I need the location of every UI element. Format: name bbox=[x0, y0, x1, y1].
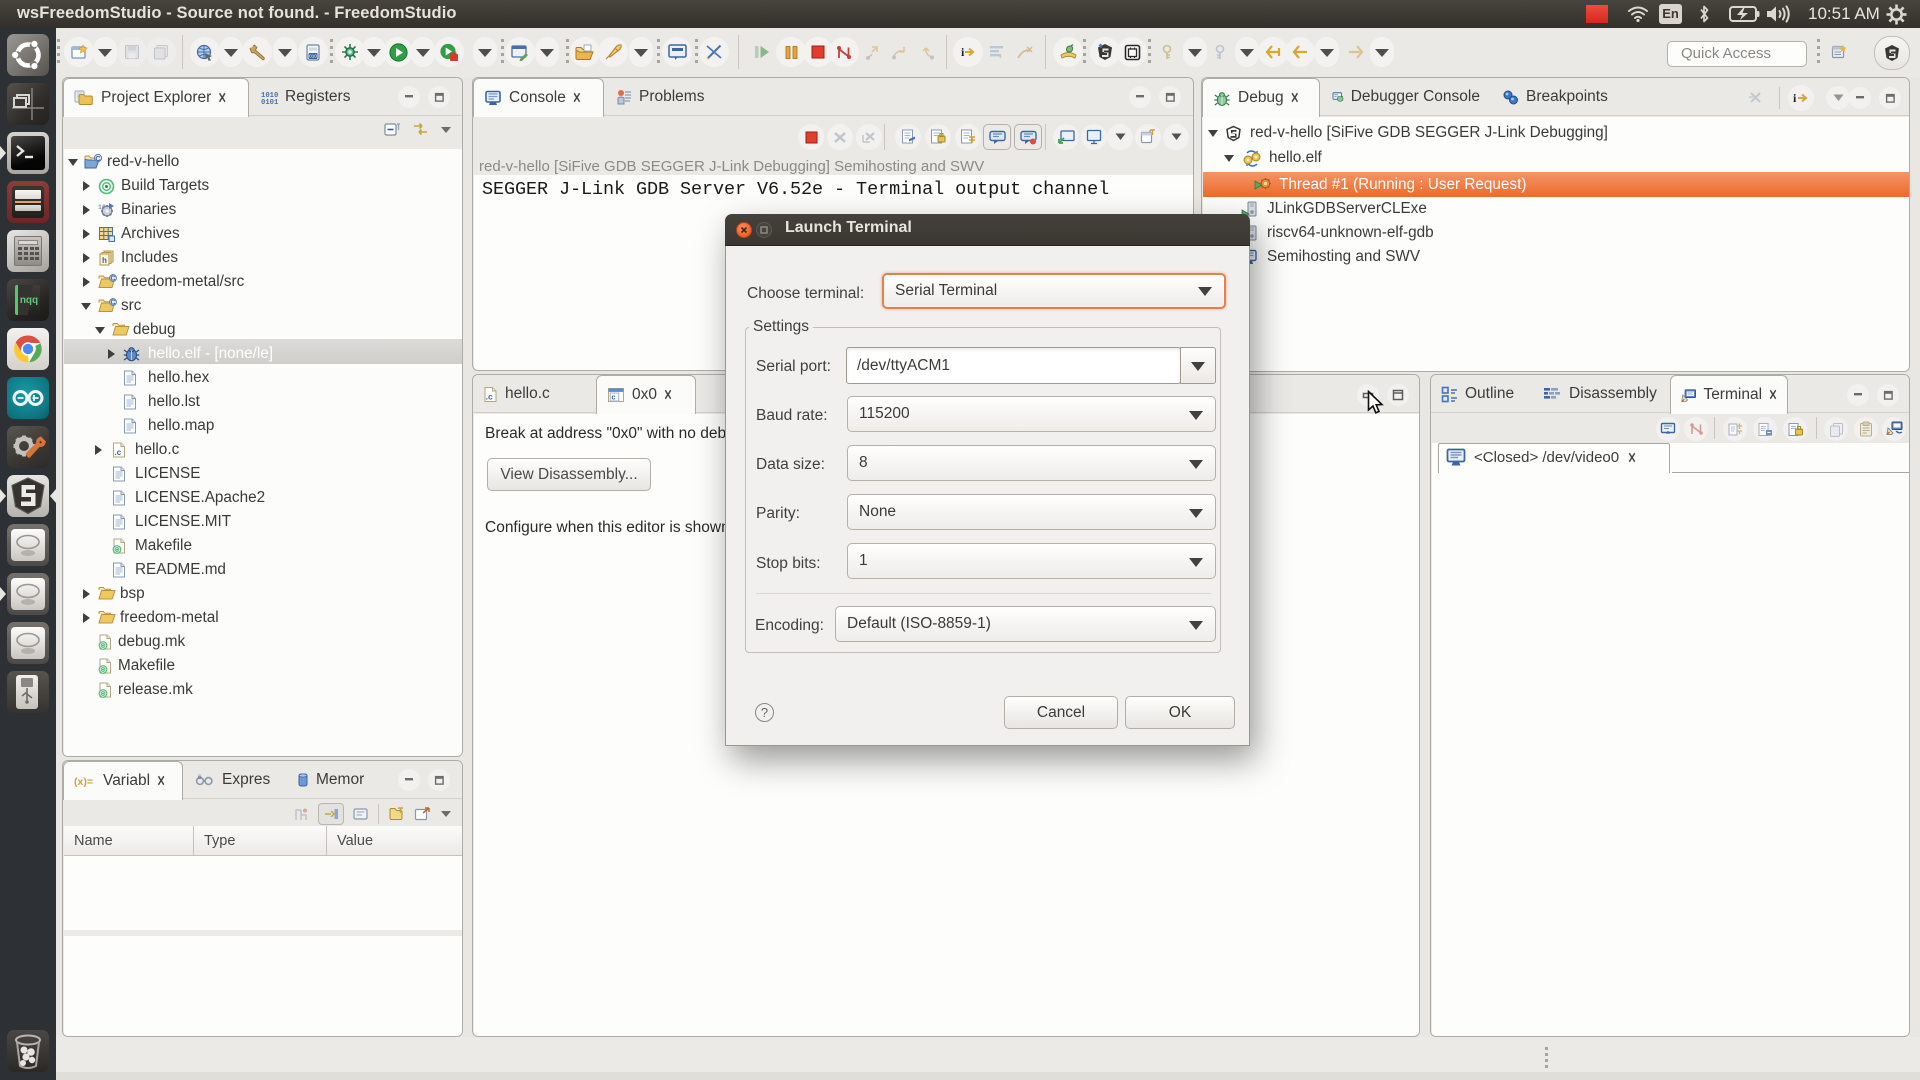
svg-text:c: c bbox=[611, 393, 615, 402]
svg-text:i: i bbox=[1793, 91, 1797, 105]
svg-text:h: h bbox=[102, 256, 107, 265]
svg-text:.c: .c bbox=[115, 448, 122, 457]
svg-text:C: C bbox=[110, 300, 115, 307]
svg-text:C: C bbox=[110, 276, 115, 283]
svg-text:.c: .c bbox=[486, 391, 493, 401]
svg-text:(x)=: (x)= bbox=[74, 776, 93, 787]
svg-text:010: 010 bbox=[309, 53, 317, 58]
svg-text:0101: 0101 bbox=[261, 99, 278, 105]
svg-text:i: i bbox=[961, 45, 965, 59]
svg-text:C: C bbox=[95, 154, 101, 163]
